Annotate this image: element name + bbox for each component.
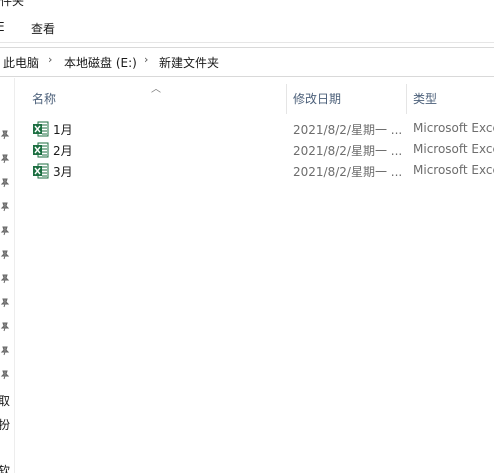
sort-up-caret-icon: ︿ [151, 84, 161, 95]
file-date: 2021/8/2/星期一 ... [293, 123, 403, 137]
column-date-modified[interactable]: 修改日期 [293, 90, 341, 107]
pin-icon[interactable] [0, 130, 10, 140]
address-bar[interactable]: › 此电脑 › 本地磁盘 (E:) › 新建文件夹 [0, 47, 494, 77]
pin-icon[interactable] [0, 226, 10, 236]
tab-partial[interactable]: E [0, 20, 5, 34]
pin-icon[interactable] [0, 274, 10, 284]
breadcrumb-separator-icon[interactable]: › [48, 53, 52, 66]
column-header: ︿ 名称 修改日期 类型 [15, 84, 494, 114]
file-row[interactable]: 3月 2021/8/2/星期一 ... Microsoft Excel [15, 160, 494, 181]
nav-item-partial-b[interactable]: 扮 [0, 416, 10, 433]
column-divider[interactable] [406, 84, 407, 114]
nav-item-partial-a[interactable]: 取 [0, 392, 10, 409]
pin-icon[interactable] [0, 370, 10, 380]
file-name[interactable]: 3月 [53, 163, 73, 180]
file-name[interactable]: 1月 [53, 121, 73, 138]
pin-icon[interactable] [0, 346, 10, 356]
pin-icon[interactable] [0, 202, 10, 212]
file-name[interactable]: 2月 [53, 142, 73, 159]
excel-file-icon [33, 121, 49, 137]
pin-icon[interactable] [0, 154, 10, 164]
breadcrumb-new-folder[interactable]: 新建文件夹 [159, 54, 219, 71]
ribbon-tabs: E 查看 [0, 14, 494, 43]
column-name[interactable]: 名称 [32, 90, 56, 107]
pin-icon[interactable] [0, 322, 10, 332]
nav-item-partial-c[interactable]: 软 [0, 462, 10, 473]
navigation-pane[interactable]: 取 扮 软 [0, 78, 15, 473]
pin-icon[interactable] [0, 178, 10, 188]
excel-file-icon [33, 163, 49, 179]
window-title-text: 件夹 [0, 0, 25, 8]
file-row[interactable]: 1月 2021/8/2/星期一 ... Microsoft Excel [15, 118, 494, 139]
file-type: Microsoft Excel [413, 121, 494, 135]
column-divider[interactable] [286, 84, 287, 114]
tab-view[interactable]: 查看 [31, 20, 55, 37]
excel-file-icon [33, 142, 49, 158]
file-type: Microsoft Excel [413, 163, 494, 177]
breadcrumb-separator-icon[interactable]: › [144, 53, 148, 66]
file-type: Microsoft Excel [413, 142, 494, 156]
breadcrumb-local-disk-e[interactable]: 本地磁盘 (E:) [64, 54, 137, 71]
file-row[interactable]: 2月 2021/8/2/星期一 ... Microsoft Excel [15, 139, 494, 160]
file-date: 2021/8/2/星期一 ... [293, 165, 403, 179]
file-date: 2021/8/2/星期一 ... [293, 144, 403, 158]
pin-icon[interactable] [0, 250, 10, 260]
breadcrumb-this-pc[interactable]: 此电脑 [3, 54, 39, 71]
pin-icon[interactable] [0, 298, 10, 308]
column-type[interactable]: 类型 [413, 90, 437, 107]
